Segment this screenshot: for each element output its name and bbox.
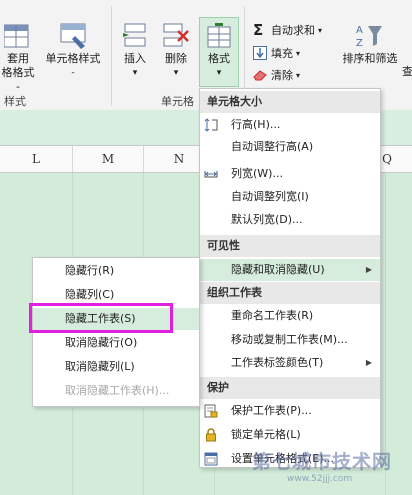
menu-item-rename-sheet[interactable]: 重命名工作表(R) <box>200 305 380 327</box>
menu-item-column-width[interactable]: 列宽(W)... <box>200 163 380 185</box>
menu-section-organize: 组织工作表 <box>200 282 380 304</box>
insert-arrow: ▾ <box>132 68 138 78</box>
menu-item-row-height[interactable]: 行高(H)... <box>200 114 380 136</box>
watermark-url: www.52jjj.com <box>287 474 353 484</box>
format-cells-icon <box>205 22 233 50</box>
menu-item-hide-unhide[interactable]: 隐藏和取消隐藏(U) ▶ <box>200 259 380 281</box>
table-format-label-2: 格格式 - <box>1 66 35 93</box>
format-cells-dialog-icon <box>204 452 218 466</box>
unhide-columns-label: 取消隐藏列(L) <box>65 360 135 373</box>
menu-item-move-copy-sheet[interactable]: 移动或复制工作表(M)... <box>200 329 380 351</box>
clear-arrow: ▾ <box>296 70 301 80</box>
format-dropdown-menu: 单元格大小 行高(H)... 自动调整行高(A) 列宽(W)... 自动调整列宽… <box>199 88 381 468</box>
group-separator <box>111 6 112 106</box>
delete-cells-icon <box>162 22 190 50</box>
eraser-icon <box>253 68 267 82</box>
lock-icon <box>204 428 218 442</box>
fill-arrow: ▾ <box>296 48 301 58</box>
row-height-label: 行高(H)... <box>231 118 281 131</box>
clear-button[interactable]: 清除 ▾ <box>253 67 300 83</box>
submenu-item-hide-rows[interactable]: 隐藏行(R) <box>33 260 199 282</box>
cell-style-button[interactable]: 单元格样式 - <box>40 22 106 80</box>
fill-down-icon <box>253 46 267 60</box>
menu-item-autofit-column[interactable]: 自动调整列宽(I) <box>200 186 380 208</box>
fill-button[interactable]: 填充 ▾ <box>253 45 300 61</box>
svg-text:Z: Z <box>356 38 363 49</box>
autosum-button[interactable]: Σ 自动求和 ▾ <box>253 22 322 38</box>
format-arrow: ▾ <box>216 68 222 78</box>
hide-unhide-label: 隐藏和取消隐藏(U) <box>231 263 325 276</box>
submenu-item-unhide-sheet: 取消隐藏工作表(H)... <box>33 380 199 402</box>
submenu-item-unhide-rows[interactable]: 取消隐藏行(O) <box>33 332 199 354</box>
insert-cells-icon <box>121 22 149 50</box>
insert-label: 插入 <box>124 52 146 65</box>
format-button[interactable]: 格式 ▾ <box>199 17 239 87</box>
column-header[interactable]: L <box>0 146 73 172</box>
autosum-label: 自动求和 <box>271 24 315 37</box>
menu-section-visibility: 可见性 <box>200 235 380 257</box>
menu-section-cell-size: 单元格大小 <box>200 91 380 113</box>
menu-item-protect-sheet[interactable]: 保护工作表(P)... <box>200 400 380 422</box>
table-format-icon <box>3 22 32 50</box>
insert-button[interactable]: 插入 ▾ <box>118 22 152 80</box>
clear-label: 清除 <box>271 69 293 82</box>
svg-text:A: A <box>356 25 363 36</box>
table-format-label-1: 套用 <box>7 52 29 65</box>
column-width-label: 列宽(W)... <box>231 167 283 180</box>
format-label: 格式 <box>208 52 230 65</box>
unhide-sheet-label: 取消隐藏工作表(H)... <box>65 384 170 397</box>
sigma-icon: Σ <box>253 21 264 39</box>
row-height-icon <box>204 118 218 132</box>
cells-group-label: 单元格 <box>161 95 194 108</box>
menu-item-lock-cell[interactable]: 锁定单元格(L) <box>200 424 380 446</box>
styles-group-label: 样式 <box>4 95 26 108</box>
cell-style-label: 单元格样式 <box>45 52 101 65</box>
sort-filter-button[interactable]: AZ 排序和筛选 <box>336 22 404 66</box>
submenu-arrow-icon: ▶ <box>365 358 372 367</box>
sort-filter-label: 排序和筛选 <box>342 52 398 65</box>
column-header[interactable]: M <box>73 146 144 172</box>
submenu-arrow-icon: ▶ <box>365 265 372 274</box>
column-width-icon <box>204 167 218 181</box>
menu-item-tab-color[interactable]: 工作表标签颜色(T) ▶ <box>200 352 380 374</box>
rename-sheet-label: 重命名工作表(R) <box>231 309 314 322</box>
sort-filter-icon: AZ <box>356 22 384 50</box>
table-format-button[interactable]: 套用 格格式 - <box>0 22 36 94</box>
find-select-label: 查 <box>402 65 412 78</box>
lock-cell-label: 锁定单元格(L) <box>231 428 301 441</box>
menu-item-default-width[interactable]: 默认列宽(D)... <box>200 209 380 231</box>
submenu-item-unhide-columns[interactable]: 取消隐藏列(L) <box>33 356 199 378</box>
watermark-text: 第七城市技术网 <box>252 451 393 473</box>
highlight-annotation-box <box>29 303 173 333</box>
menu-item-autofit-row[interactable]: 自动调整行高(A) <box>200 136 380 158</box>
protect-sheet-label: 保护工作表(P)... <box>231 404 312 417</box>
cell-style-icon <box>59 22 87 50</box>
tab-color-label: 工作表标签颜色(T) <box>231 356 324 369</box>
find-select-button[interactable]: 查 <box>402 63 412 79</box>
autofit-row-label: 自动调整行高(A) <box>231 140 314 153</box>
cell-style-arrow: - <box>71 68 75 78</box>
autofit-column-label: 自动调整列宽(I) <box>231 190 309 203</box>
menu-section-protection: 保护 <box>200 377 380 399</box>
unhide-rows-label: 取消隐藏行(O) <box>65 336 138 349</box>
delete-label: 删除 <box>165 52 187 65</box>
fill-label: 填充 <box>271 47 293 60</box>
hide-rows-label: 隐藏行(R) <box>65 264 115 277</box>
autosum-arrow: ▾ <box>318 25 323 35</box>
delete-button[interactable]: 删除 ▾ <box>158 22 194 80</box>
hide-columns-label: 隐藏列(C) <box>65 288 115 301</box>
move-copy-label: 移动或复制工作表(M)... <box>231 333 348 346</box>
delete-arrow: ▾ <box>173 68 179 78</box>
default-width-label: 默认列宽(D)... <box>231 213 303 226</box>
protect-sheet-icon <box>204 404 218 418</box>
